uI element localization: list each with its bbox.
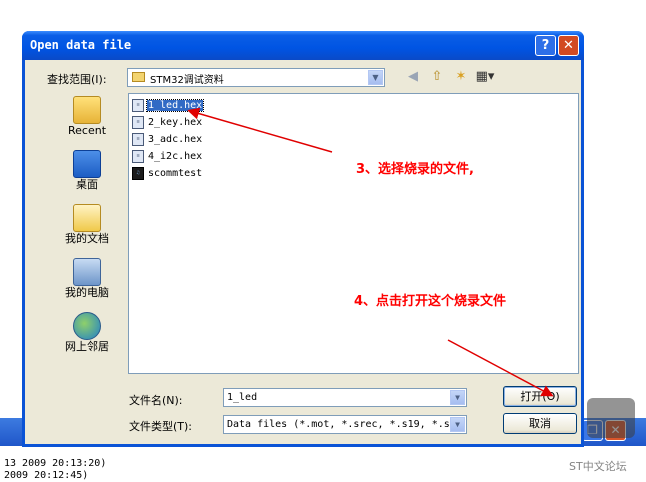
list-item[interactable]: ≡ 3_adc.hex [132,131,203,147]
watermark-text: ST中文论坛 [569,460,627,473]
hex-file-icon: ≡ [132,149,144,163]
place-recent[interactable]: Recent [49,96,125,147]
open-file-dialog: Open data file ? ✕ 查找范围(I): STM32调试资料 ▼ … [22,31,584,447]
view-menu-icon[interactable]: ▦▾ [475,68,495,86]
place-label: 桌面 [76,178,98,191]
file-name: 3_adc.hex [148,133,203,145]
lookin-value: STM32调试资料 [150,75,224,86]
folder-icon [132,72,145,82]
list-item[interactable]: ≡ 1_led.hex [132,97,205,113]
chevron-down-icon[interactable]: ▼ [450,390,465,405]
my-documents-icon [73,204,101,232]
filetype-label: 文件类型(T): [129,420,193,433]
place-network[interactable]: 网上邻居 [49,312,125,363]
place-label: 我的电脑 [65,286,109,299]
hex-file-icon: ≡ [132,132,144,146]
places-bar: Recent 桌面 我的文档 我的电脑 网上邻居 [49,93,125,363]
log-line: 13 2009 20:13:20) [4,458,107,469]
desktop-icon [73,150,101,178]
place-my-computer[interactable]: 我的电脑 [49,258,125,309]
log-line: 2009 20:12:45) [4,470,89,481]
filename-label: 文件名(N): [129,394,183,407]
chevron-down-icon[interactable]: ▼ [450,417,465,432]
application-icon: ♫ [132,166,144,180]
list-item[interactable]: ♫ scommtest [132,165,203,181]
file-name: 2_key.hex [148,116,203,128]
watermark-logo [587,398,635,438]
new-folder-icon[interactable]: ✶ [451,68,471,86]
network-icon [73,312,101,340]
dialog-toolbar: ◀ ⇧ ✶ ▦▾ [403,68,495,86]
my-computer-icon [73,258,101,286]
back-icon[interactable]: ◀ [403,68,423,86]
place-desktop[interactable]: 桌面 [49,150,125,201]
place-my-documents[interactable]: 我的文档 [49,204,125,255]
help-button[interactable]: ? [535,35,556,56]
place-label: 网上邻居 [65,340,109,353]
filetype-select[interactable]: Data files (*.mot, *.srec, *.s19, *.s ▼ [223,415,467,434]
list-item[interactable]: ≡ 2_key.hex [132,114,203,130]
lookin-label: 查找范围(I): [47,73,107,86]
file-name: 1_led.hex [145,98,205,112]
place-label: Recent [67,124,107,137]
list-item[interactable]: ≡ 4_i2c.hex [132,148,203,164]
background-log: 13 2009 20:13:20) 2009 20:12:45) [0,446,646,482]
hex-file-icon: ≡ [132,98,144,112]
dialog-title: Open data file [30,38,132,52]
annotation-step-3: 3、选择烧录的文件, [356,162,474,177]
recent-icon [73,96,101,124]
filename-value: 1_led [227,392,258,403]
filename-field[interactable]: 1_led ▼ [223,388,467,407]
filetype-value: Data files (*.mot, *.srec, *.s19, *.s [227,419,450,430]
dialog-titlebar[interactable]: Open data file ? ✕ [22,31,584,60]
lookin-dropdown[interactable]: STM32调试资料 ▼ [127,68,385,87]
place-label: 我的文档 [65,232,109,245]
file-name: scommtest [148,167,203,179]
close-button[interactable]: ✕ [558,35,579,56]
file-list[interactable]: ≡ 1_led.hex ≡ 2_key.hex ≡ 3_adc.hex ≡ 4_… [128,93,579,374]
hex-file-icon: ≡ [132,115,144,129]
watermark: ST中文论坛 [565,398,637,478]
file-name: 4_i2c.hex [148,150,203,162]
chevron-down-icon[interactable]: ▼ [368,70,383,85]
up-folder-icon[interactable]: ⇧ [427,68,447,86]
annotation-step-4: 4、点击打开这个烧录文件 [354,294,507,309]
